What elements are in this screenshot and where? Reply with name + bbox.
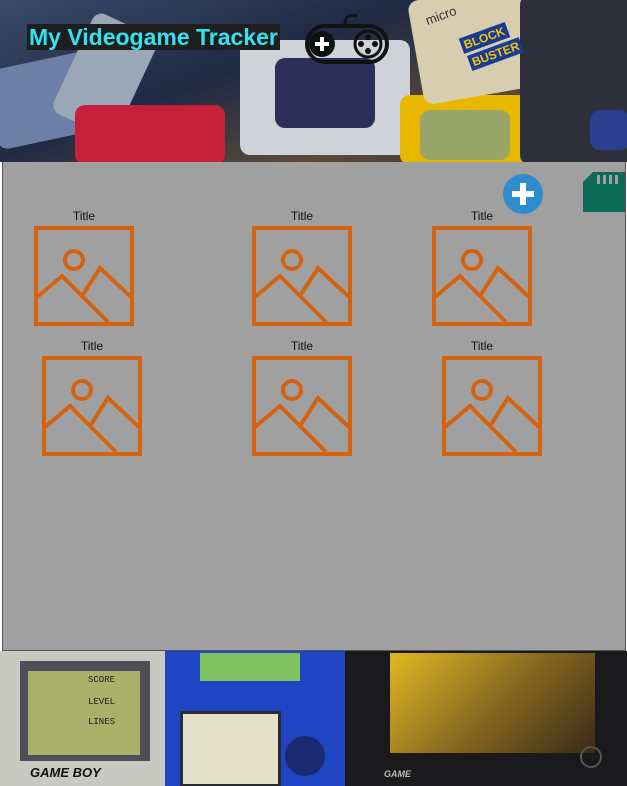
image-placeholder-icon [42, 356, 142, 456]
game-card[interactable]: Title [252, 338, 352, 456]
game-title: Title [290, 339, 314, 353]
psp-logo-text: GAME [384, 769, 411, 779]
sd-card-icon[interactable] [583, 172, 625, 212]
gameboy-lines-label: LINES [88, 717, 116, 727]
game-card[interactable]: Title [42, 338, 142, 456]
console-blue-buttons [590, 110, 627, 150]
game-card[interactable]: Title [432, 338, 542, 456]
ds-bottom-screen [180, 711, 281, 786]
gameboy-level-label: LEVEL [88, 697, 116, 707]
gameboy-screen [28, 671, 140, 755]
image-placeholder-icon [252, 226, 352, 326]
site-title: My Videogame Tracker [27, 24, 280, 50]
game-card[interactable]: Title [34, 208, 134, 326]
game-grid: Title Title Title Title Title Title [2, 162, 626, 651]
game-card[interactable]: Title [432, 208, 532, 326]
gamepad-icon [305, 13, 389, 64]
image-placeholder-icon [34, 226, 134, 326]
image-placeholder-icon [252, 356, 352, 456]
ds-dpad [285, 736, 325, 776]
game-title: Title [470, 209, 494, 223]
ds-top-screen [200, 653, 300, 681]
game-card[interactable]: Title [252, 208, 352, 326]
gameboy-score-label: SCORE [88, 675, 116, 685]
header-banner: BLOCK BUSTER micro My Videogame Tracker [0, 0, 627, 162]
footer-banner: SCORE LEVEL LINES GAME BOY GAME [0, 651, 627, 786]
psp-button [580, 746, 602, 768]
image-placeholder-icon [442, 356, 542, 456]
console-screen [275, 58, 375, 128]
game-title: Title [290, 209, 314, 223]
console-red-handheld [75, 105, 225, 162]
image-placeholder-icon [432, 226, 532, 326]
gameboy-logo-text: GAME BOY [30, 765, 101, 780]
psp-screen [390, 653, 595, 753]
game-title: Title [80, 339, 104, 353]
game-title: Title [470, 339, 494, 353]
console-yellow-screen [420, 110, 510, 160]
game-title: Title [72, 209, 96, 223]
